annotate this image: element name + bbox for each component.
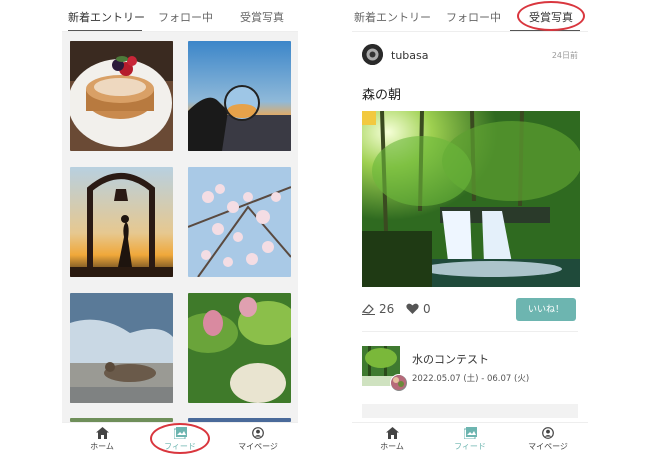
contest-card[interactable]: 水のコンテスト 2022.05.07 (土) - 06.07 (火) [362,346,578,394]
tab-award-photos[interactable]: 受賞写真 [240,9,284,25]
photo-cherry-blossoms[interactable] [188,167,291,277]
heart-icon [406,303,419,314]
photo-rose-buds[interactable] [188,293,291,403]
nav-home[interactable]: ホーム [72,427,132,452]
nav-feed-label-right: フィード [454,442,486,451]
views-count: 26 [379,302,395,316]
tab-bar-right: 新着エントリー フォロー中 受賞写真 [352,0,588,32]
photo-pancakes[interactable] [70,41,173,151]
like-button[interactable]: いいね！ [516,298,576,321]
post-time-ago: 24日前 [551,51,578,60]
photo-bell-silhouette[interactable] [70,167,173,277]
bottom-nav-right: ホーム フィード マイページ [352,422,588,456]
tab-following-right[interactable]: フォロー中 [446,9,501,25]
post-image-waterfall[interactable] [362,111,580,287]
home-icon [95,427,109,439]
nav-feed[interactable]: フィード [150,427,210,452]
username[interactable]: tubasa [391,49,428,62]
tab-following[interactable]: フォロー中 [158,9,213,25]
user-circle-icon [542,427,554,439]
contest-badge [390,374,408,392]
nav-feed-label: フィード [164,442,196,451]
post-header: tubasa 24日前 [362,42,578,68]
home-icon [385,427,399,439]
tab-new-entries-right[interactable]: 新着エントリー [354,9,431,25]
nav-mypage-label: マイページ [238,442,278,451]
nav-home-label: ホーム [90,442,114,451]
post-stats: 26 0 いいね！ [362,298,578,322]
image-icon [173,427,187,439]
tab-bar: 新着エントリー フォロー中 受賞写真 [62,0,298,32]
photo-grid [62,32,298,422]
nav-mypage-label-right: マイページ [528,442,568,451]
tab-new-entries[interactable]: 新着エントリー [68,9,145,25]
contest-title: 水のコンテスト [412,353,489,366]
right-screen: 新着エントリー フォロー中 受賞写真 tubasa 24日前 森の朝 26 0 … [352,0,588,456]
user-circle-icon [252,427,264,439]
views-stat: 26 [362,302,394,316]
nav-feed-right[interactable]: フィード [440,427,500,452]
bottom-nav: ホーム フィード マイページ [62,422,298,456]
divider [362,331,578,332]
eraser-icon [362,304,375,315]
nav-home-label-right: ホーム [380,442,404,451]
avatar[interactable] [362,44,383,65]
photo-bird-rocks[interactable] [70,293,173,403]
nav-mypage-right[interactable]: マイページ [518,427,578,452]
contest-date: 2022.05.07 (土) - 06.07 (火) [412,374,530,384]
image-icon [463,427,477,439]
tab-award-photos-right[interactable]: 受賞写真 [529,9,573,25]
nav-home-right[interactable]: ホーム [362,427,422,452]
left-screen: 新着エントリー フォロー中 受賞写真 ホーム フィード マイページ [62,0,298,456]
post-title: 森の朝 [362,88,402,103]
likes-stat: 0 [406,302,431,316]
nav-mypage[interactable]: マイページ [228,427,288,452]
likes-count: 0 [423,302,431,316]
next-item-strip [362,404,578,418]
tab-divider-right [352,31,588,32]
photo-glass-ball[interactable] [188,41,291,151]
